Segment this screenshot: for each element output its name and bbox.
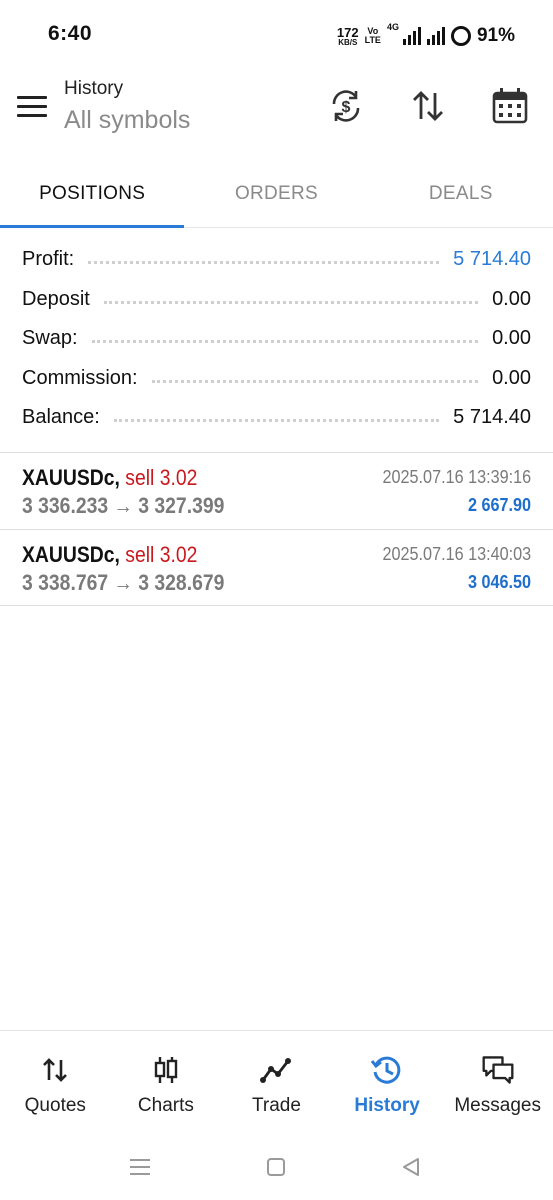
summary-label: Balance: bbox=[22, 406, 100, 429]
nav-label: History bbox=[354, 1095, 420, 1116]
currency-exchange-icon[interactable]: $ bbox=[324, 84, 368, 128]
nav-label: Messages bbox=[454, 1095, 541, 1116]
network-speed-unit: KB/S bbox=[338, 37, 358, 47]
home-icon[interactable] bbox=[261, 1152, 291, 1182]
status-icons: 172 KB/S Vo LTE 4G 91% bbox=[337, 22, 515, 50]
network-speed-value: 172 bbox=[336, 24, 359, 40]
status-time: 6:40 bbox=[48, 22, 93, 45]
summary-label: Deposit bbox=[22, 287, 90, 310]
dotted-leader bbox=[103, 300, 479, 304]
position-row[interactable]: XAUUSDc, sell 3.02 3 336.233 → 3 327.399… bbox=[0, 453, 553, 529]
candlestick-icon bbox=[149, 1053, 183, 1087]
position-profit: 2 667.90 bbox=[467, 495, 531, 515]
position-symbol: XAUUSDc, bbox=[22, 465, 120, 490]
nav-history[interactable]: History bbox=[332, 1031, 443, 1136]
summary-label: Commission: bbox=[22, 366, 138, 389]
position-title: XAUUSDc, sell 3.02 bbox=[22, 542, 197, 568]
dotted-leader bbox=[151, 379, 479, 383]
nav-label: Quotes bbox=[24, 1095, 86, 1116]
position-side: sell 3.02 bbox=[125, 542, 198, 567]
nav-quotes[interactable]: Quotes bbox=[0, 1031, 111, 1136]
position-prices: 3 336.233 → 3 327.399 bbox=[22, 493, 225, 518]
app-bar: History All symbols $ bbox=[0, 70, 553, 150]
svg-text:$: $ bbox=[342, 99, 351, 116]
back-icon[interactable] bbox=[396, 1152, 426, 1182]
summary-row-commission: Commission: 0.00 bbox=[0, 359, 553, 399]
calendar-icon[interactable] bbox=[488, 84, 532, 128]
nav-charts[interactable]: Charts bbox=[111, 1031, 222, 1136]
nav-messages[interactable]: Messages bbox=[442, 1031, 553, 1136]
summary-value: 5 714.40 bbox=[453, 406, 531, 429]
position-side: sell 3.02 bbox=[125, 465, 198, 490]
summary-value: 0.00 bbox=[492, 366, 531, 389]
dotted-leader bbox=[113, 419, 440, 423]
position-prices: 3 338.767 → 3 328.679 bbox=[22, 570, 225, 595]
history-icon bbox=[370, 1053, 404, 1087]
summary-value: 5 714.40 bbox=[453, 248, 531, 271]
symbol-filter[interactable]: All symbols bbox=[64, 106, 190, 135]
page-title: History bbox=[64, 78, 124, 99]
tab-positions[interactable]: POSITIONS bbox=[0, 160, 185, 228]
network-speed: 172 KB/S bbox=[337, 26, 359, 47]
summary-row-balance: Balance: 5 714.40 bbox=[0, 398, 553, 438]
menu-icon[interactable] bbox=[14, 88, 50, 124]
position-time: 2025.07.16 13:39:16 bbox=[382, 467, 531, 487]
battery-level: 91% bbox=[476, 25, 515, 46]
position-profit: 3 046.50 bbox=[467, 572, 531, 592]
quotes-icon bbox=[38, 1053, 72, 1087]
dotted-leader bbox=[91, 340, 479, 344]
system-navigation bbox=[0, 1136, 553, 1200]
volte-bottom: LTE bbox=[364, 35, 381, 45]
summary-value: 0.00 bbox=[492, 287, 531, 310]
tab-bar: POSITIONS ORDERS DEALS bbox=[0, 160, 553, 228]
battery-icon bbox=[450, 26, 471, 46]
position-title: XAUUSDc, sell 3.02 bbox=[22, 465, 197, 491]
nav-label: Charts bbox=[137, 1095, 194, 1116]
summary-row-swap: Swap: 0.00 bbox=[0, 319, 553, 359]
volte-icon: Vo LTE bbox=[365, 27, 381, 45]
position-symbol: XAUUSDc, bbox=[22, 542, 120, 567]
summary-row-profit: Profit: 5 714.40 bbox=[0, 240, 553, 280]
network-type: 4G bbox=[386, 22, 399, 32]
messages-icon bbox=[481, 1053, 515, 1087]
position-time: 2025.07.16 13:40:03 bbox=[382, 544, 531, 564]
nav-trade[interactable]: Trade bbox=[221, 1031, 332, 1136]
signal-icon bbox=[402, 27, 421, 45]
dotted-leader bbox=[88, 261, 440, 265]
bottom-navigation: Quotes Charts Trade History Messages bbox=[0, 1030, 553, 1136]
tab-deals[interactable]: DEALS bbox=[369, 160, 553, 227]
divider bbox=[0, 605, 553, 606]
summary-value: 0.00 bbox=[492, 327, 531, 350]
recent-apps-icon[interactable] bbox=[125, 1152, 155, 1182]
summary-panel: Profit: 5 714.40 Deposit 0.00 Swap: 0.00… bbox=[0, 240, 553, 438]
position-row[interactable]: XAUUSDc, sell 3.02 3 338.767 → 3 328.679… bbox=[0, 530, 553, 606]
signal-icon-2 bbox=[426, 27, 445, 45]
summary-row-deposit: Deposit 0.00 bbox=[0, 280, 553, 320]
nav-label: Trade bbox=[252, 1095, 301, 1116]
tab-orders[interactable]: ORDERS bbox=[184, 160, 368, 227]
trade-line-icon bbox=[259, 1053, 293, 1087]
status-bar: 6:40 172 KB/S Vo LTE 4G 91% bbox=[0, 0, 553, 70]
sort-icon[interactable] bbox=[406, 84, 450, 128]
summary-label: Swap: bbox=[22, 327, 78, 350]
summary-label: Profit: bbox=[22, 248, 75, 271]
